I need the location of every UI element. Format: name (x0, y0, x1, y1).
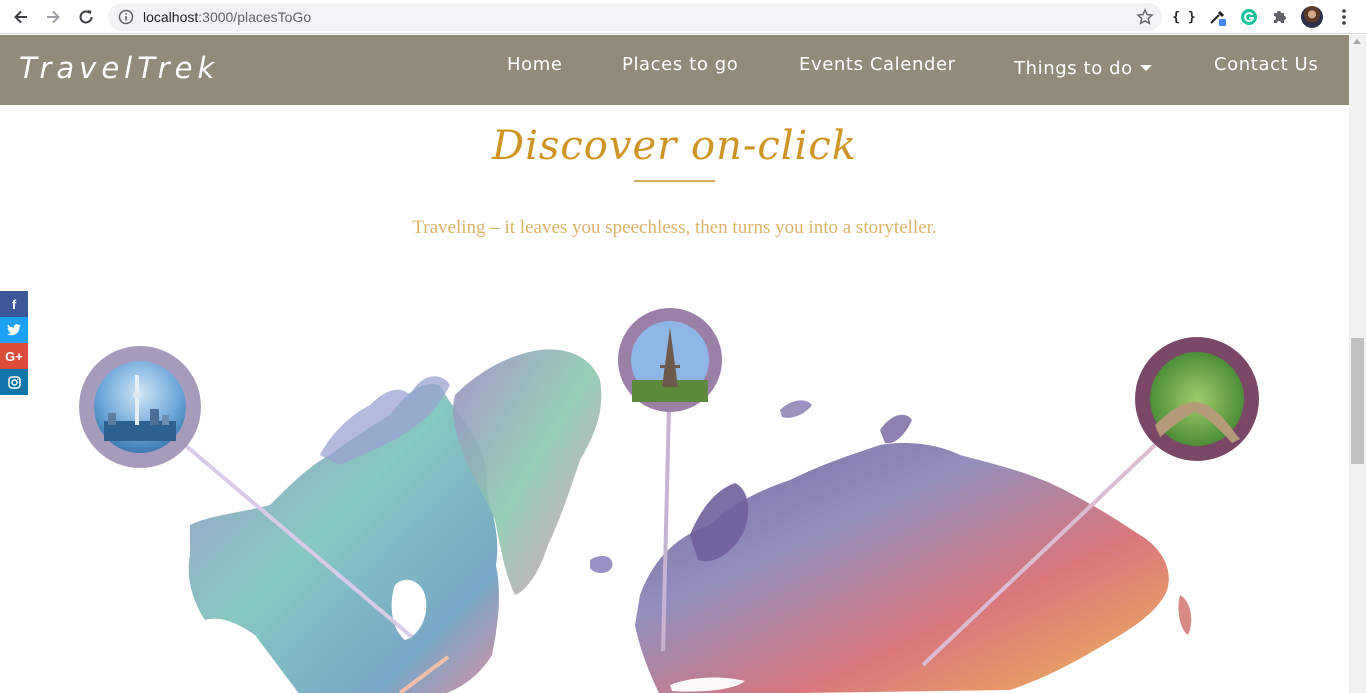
screen: localhost:3000/placesToGo { } TravelTrek… (0, 0, 1366, 693)
facebook-share-button[interactable]: f (0, 291, 28, 317)
google-plus-icon: G+ (5, 348, 23, 364)
page-scrollbar[interactable] (1349, 35, 1366, 693)
google-plus-share-button[interactable]: G+ (0, 343, 28, 369)
facebook-icon: f (11, 296, 17, 312)
iceland (590, 555, 613, 574)
back-arrow-icon (14, 10, 27, 24)
browser-menu-button[interactable] (1332, 5, 1356, 29)
profile-avatar[interactable] (1301, 6, 1323, 28)
forward-button[interactable] (41, 5, 65, 29)
url-text: localhost:3000/placesToGo (143, 9, 311, 25)
caret-down-icon (1139, 65, 1152, 71)
pin-great-wall[interactable] (1135, 337, 1259, 461)
reload-button[interactable] (74, 5, 98, 29)
page-viewport: TravelTrek Home Places to go Events Cale… (0, 35, 1349, 693)
svalbard (780, 400, 812, 418)
nav-contact-us[interactable]: Contact Us (1214, 54, 1318, 75)
site-info-icon[interactable] (118, 9, 134, 25)
pin-paris[interactable] (618, 308, 722, 412)
instagram-icon (7, 375, 21, 389)
forward-arrow-icon (47, 10, 60, 24)
japan (1178, 595, 1192, 635)
eurasia-landmass (635, 443, 1169, 693)
url-host: localhost (143, 9, 199, 25)
eyedropper-icon (1210, 10, 1226, 26)
twitter-share-button[interactable] (0, 317, 28, 343)
nav-places-to-go[interactable]: Places to go (622, 54, 738, 75)
kebab-menu-icon (1342, 9, 1346, 25)
nav-things-to-do[interactable]: Things to do (1014, 58, 1152, 79)
bookmark-star-icon[interactable] (1136, 8, 1154, 26)
browser-toolbar: localhost:3000/placesToGo { } (0, 0, 1366, 34)
grammarly-icon (1241, 9, 1257, 25)
twitter-icon (7, 324, 21, 336)
nav-events-calender[interactable]: Events Calender (799, 54, 956, 75)
pin-toronto[interactable] (79, 346, 201, 468)
title-underline (634, 180, 715, 182)
novaya-zemlya (880, 414, 912, 444)
url-path: :3000/placesToGo (198, 9, 312, 25)
json-viewer-extension[interactable]: { } (1172, 5, 1196, 29)
page-tagline: Traveling – it leaves you speechless, th… (412, 217, 937, 238)
grammarly-extension[interactable] (1237, 5, 1261, 29)
puzzle-piece-icon (1274, 11, 1286, 23)
social-share-bar: f G+ (0, 291, 28, 395)
scroll-up-arrow-icon[interactable] (1353, 39, 1361, 44)
site-navbar: TravelTrek Home Places to go Events Cale… (0, 35, 1349, 105)
instagram-share-button[interactable] (0, 369, 28, 395)
back-button[interactable] (9, 5, 33, 29)
nav-home[interactable]: Home (507, 54, 563, 75)
page-title: Discover on-click (492, 123, 857, 169)
nav-things-to-do-label: Things to do (1014, 58, 1133, 79)
brand-logo[interactable]: TravelTrek (19, 51, 219, 85)
reload-icon (79, 10, 93, 24)
json-braces-icon: { } (1172, 9, 1196, 25)
extensions-button[interactable] (1268, 5, 1292, 29)
eyedropper-extension[interactable] (1206, 5, 1230, 29)
address-bar[interactable]: localhost:3000/placesToGo (108, 3, 1162, 31)
scrollbar-thumb[interactable] (1351, 338, 1364, 464)
